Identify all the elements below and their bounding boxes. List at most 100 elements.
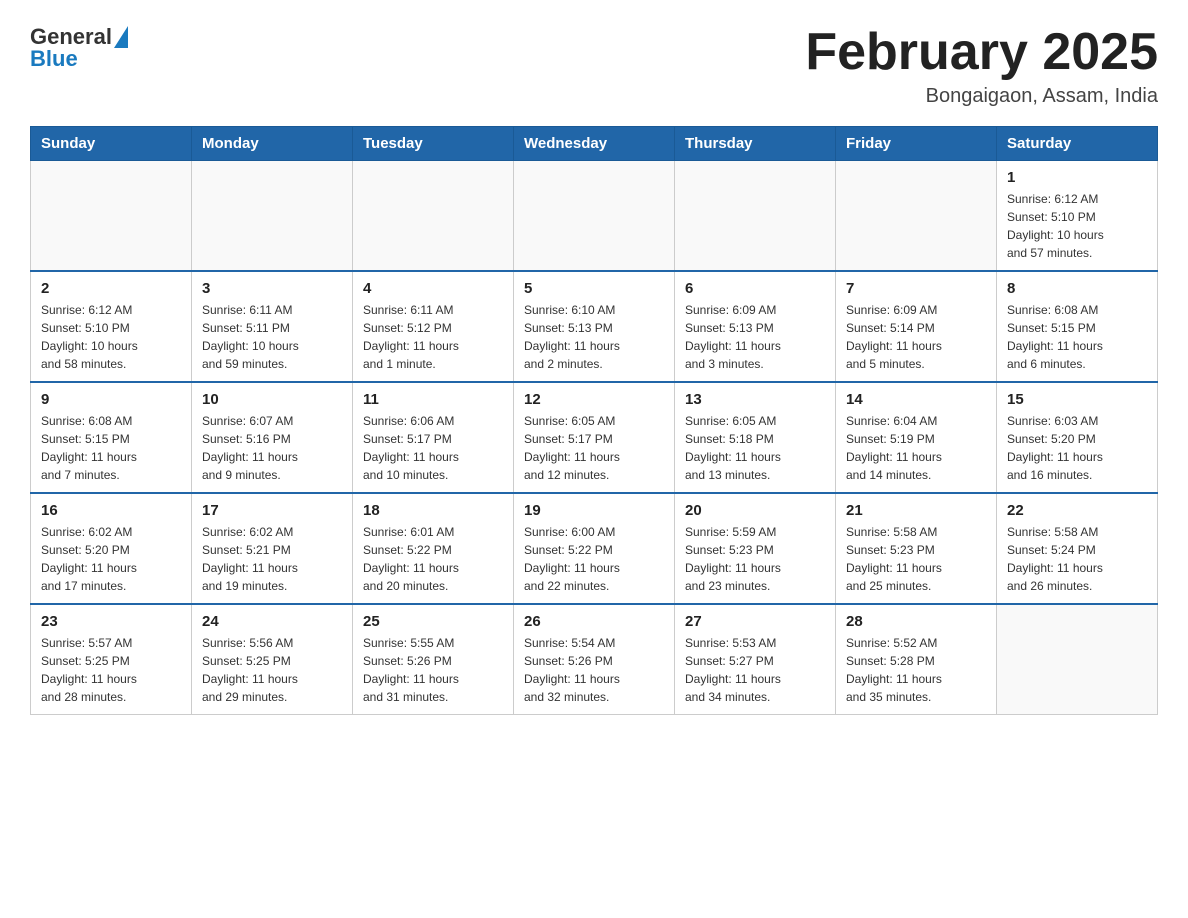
day-info: Sunrise: 6:02 AM Sunset: 5:21 PM Dayligh… (202, 523, 342, 595)
day-cell: 15 Sunrise: 6:03 AM Sunset: 5:20 PM Dayli… (997, 382, 1158, 493)
day-info: Sunrise: 6:08 AM Sunset: 5:15 PM Dayligh… (41, 412, 181, 484)
day-number: 4 (363, 280, 503, 297)
day-cell: 10Sunrise: 6:07 AM Sunset: 5:16 PM Dayli… (192, 382, 353, 493)
week-row-5: 23 Sunrise: 5:57 AM Sunset: 5:25 PM Dayli… (31, 604, 1158, 715)
weekday-header-friday: Friday (836, 127, 997, 161)
day-info: Sunrise: 6:06 AM Sunset: 5:17 PM Dayligh… (363, 412, 503, 484)
day-number: 2 (41, 280, 181, 297)
day-cell: 26Sunrise: 5:54 AM Sunset: 5:26 PM Dayli… (514, 604, 675, 715)
day-info: Sunrise: 5:58 AM Sunset: 5:24 PM Dayligh… (1007, 523, 1147, 595)
day-number: 13 (685, 391, 825, 408)
day-cell (997, 604, 1158, 715)
day-cell: 9 Sunrise: 6:08 AM Sunset: 5:15 PM Daylig… (31, 382, 192, 493)
day-number: 18 (363, 502, 503, 519)
day-cell: 18 Sunrise: 6:01 AM Sunset: 5:22 PM Dayli… (353, 493, 514, 604)
day-number: 1 (1007, 169, 1147, 186)
day-cell: 14 Sunrise: 6:04 AM Sunset: 5:19 PM Dayli… (836, 382, 997, 493)
day-info: Sunrise: 6:09 AM Sunset: 5:13 PM Dayligh… (685, 301, 825, 373)
day-cell: 8Sunrise: 6:08 AM Sunset: 5:15 PM Daylig… (997, 271, 1158, 382)
day-cell: 17 Sunrise: 6:02 AM Sunset: 5:21 PM Dayli… (192, 493, 353, 604)
day-cell: 27Sunrise: 5:53 AM Sunset: 5:27 PM Dayli… (675, 604, 836, 715)
weekday-header-sunday: Sunday (31, 127, 192, 161)
day-info: Sunrise: 6:11 AM Sunset: 5:12 PM Dayligh… (363, 301, 503, 373)
day-cell: 4 Sunrise: 6:11 AM Sunset: 5:12 PM Daylig… (353, 271, 514, 382)
day-number: 17 (202, 502, 342, 519)
day-info: Sunrise: 5:52 AM Sunset: 5:28 PM Dayligh… (846, 634, 986, 706)
day-number: 11 (363, 391, 503, 408)
day-info: Sunrise: 6:12 AM Sunset: 5:10 PM Dayligh… (41, 301, 181, 373)
day-number: 20 (685, 502, 825, 519)
day-info: Sunrise: 5:55 AM Sunset: 5:26 PM Dayligh… (363, 634, 503, 706)
day-number: 19 (524, 502, 664, 519)
day-number: 3 (202, 280, 342, 297)
day-info: Sunrise: 6:05 AM Sunset: 5:18 PM Dayligh… (685, 412, 825, 484)
weekday-header-tuesday: Tuesday (353, 127, 514, 161)
day-cell (675, 161, 836, 272)
day-cell (836, 161, 997, 272)
week-row-1: 1 Sunrise: 6:12 AM Sunset: 5:10 PM Daylig… (31, 161, 1158, 272)
day-cell: 13 Sunrise: 6:05 AM Sunset: 5:18 PM Dayli… (675, 382, 836, 493)
day-cell (353, 161, 514, 272)
day-info: Sunrise: 6:01 AM Sunset: 5:22 PM Dayligh… (363, 523, 503, 595)
day-cell: 23 Sunrise: 5:57 AM Sunset: 5:25 PM Dayli… (31, 604, 192, 715)
day-cell: 20 Sunrise: 5:59 AM Sunset: 5:23 PM Dayli… (675, 493, 836, 604)
day-cell: 22 Sunrise: 5:58 AM Sunset: 5:24 PM Dayli… (997, 493, 1158, 604)
day-number: 23 (41, 613, 181, 630)
day-number: 15 (1007, 391, 1147, 408)
day-info: Sunrise: 6:07 AM Sunset: 5:16 PM Dayligh… (202, 412, 342, 484)
weekday-row: SundayMondayTuesdayWednesdayThursdayFrid… (31, 127, 1158, 161)
day-number: 14 (846, 391, 986, 408)
logo: General Blue (30, 24, 128, 72)
calendar-table: SundayMondayTuesdayWednesdayThursdayFrid… (30, 126, 1158, 715)
day-number: 28 (846, 613, 986, 630)
day-info: Sunrise: 5:57 AM Sunset: 5:25 PM Dayligh… (41, 634, 181, 706)
day-info: Sunrise: 5:58 AM Sunset: 5:23 PM Dayligh… (846, 523, 986, 595)
day-number: 25 (363, 613, 503, 630)
day-info: Sunrise: 6:03 AM Sunset: 5:20 PM Dayligh… (1007, 412, 1147, 484)
weekday-header-wednesday: Wednesday (514, 127, 675, 161)
day-info: Sunrise: 6:04 AM Sunset: 5:19 PM Dayligh… (846, 412, 986, 484)
day-info: Sunrise: 6:05 AM Sunset: 5:17 PM Dayligh… (524, 412, 664, 484)
day-cell: 6 Sunrise: 6:09 AM Sunset: 5:13 PM Daylig… (675, 271, 836, 382)
day-cell: 28 Sunrise: 5:52 AM Sunset: 5:28 PM Dayli… (836, 604, 997, 715)
day-number: 22 (1007, 502, 1147, 519)
day-number: 16 (41, 502, 181, 519)
day-info: Sunrise: 5:54 AM Sunset: 5:26 PM Dayligh… (524, 634, 664, 706)
day-number: 12 (524, 391, 664, 408)
day-info: Sunrise: 6:09 AM Sunset: 5:14 PM Dayligh… (846, 301, 986, 373)
day-info: Sunrise: 6:08 AM Sunset: 5:15 PM Dayligh… (1007, 301, 1147, 373)
day-number: 24 (202, 613, 342, 630)
day-info: Sunrise: 6:12 AM Sunset: 5:10 PM Dayligh… (1007, 190, 1147, 262)
weekday-header-saturday: Saturday (997, 127, 1158, 161)
weekday-header-monday: Monday (192, 127, 353, 161)
day-info: Sunrise: 6:10 AM Sunset: 5:13 PM Dayligh… (524, 301, 664, 373)
day-info: Sunrise: 6:11 AM Sunset: 5:11 PM Dayligh… (202, 301, 342, 373)
day-cell: 1 Sunrise: 6:12 AM Sunset: 5:10 PM Daylig… (997, 161, 1158, 272)
page-header: General Blue February 2025 Bongaigaon, A… (30, 24, 1158, 108)
day-cell: 12 Sunrise: 6:05 AM Sunset: 5:17 PM Dayli… (514, 382, 675, 493)
day-cell: 24 Sunrise: 5:56 AM Sunset: 5:25 PM Dayli… (192, 604, 353, 715)
day-cell: 5Sunrise: 6:10 AM Sunset: 5:13 PM Daylig… (514, 271, 675, 382)
day-info: Sunrise: 5:53 AM Sunset: 5:27 PM Dayligh… (685, 634, 825, 706)
title-block: February 2025 Bongaigaon, Assam, India (805, 24, 1158, 108)
week-row-3: 9 Sunrise: 6:08 AM Sunset: 5:15 PM Daylig… (31, 382, 1158, 493)
day-cell (31, 161, 192, 272)
day-number: 21 (846, 502, 986, 519)
day-cell: 11 Sunrise: 6:06 AM Sunset: 5:17 PM Dayli… (353, 382, 514, 493)
day-cell: 25 Sunrise: 5:55 AM Sunset: 5:26 PM Dayli… (353, 604, 514, 715)
day-info: Sunrise: 5:56 AM Sunset: 5:25 PM Dayligh… (202, 634, 342, 706)
week-row-2: 2 Sunrise: 6:12 AM Sunset: 5:10 PM Daylig… (31, 271, 1158, 382)
day-cell: 16 Sunrise: 6:02 AM Sunset: 5:20 PM Dayli… (31, 493, 192, 604)
day-cell (514, 161, 675, 272)
day-cell (192, 161, 353, 272)
day-number: 6 (685, 280, 825, 297)
day-cell: 7Sunrise: 6:09 AM Sunset: 5:14 PM Daylig… (836, 271, 997, 382)
logo-triangle-icon (114, 26, 128, 48)
calendar-body: 1 Sunrise: 6:12 AM Sunset: 5:10 PM Daylig… (31, 161, 1158, 715)
week-row-4: 16 Sunrise: 6:02 AM Sunset: 5:20 PM Dayli… (31, 493, 1158, 604)
weekday-header-thursday: Thursday (675, 127, 836, 161)
day-cell: 2 Sunrise: 6:12 AM Sunset: 5:10 PM Daylig… (31, 271, 192, 382)
day-number: 9 (41, 391, 181, 408)
day-info: Sunrise: 5:59 AM Sunset: 5:23 PM Dayligh… (685, 523, 825, 595)
day-info: Sunrise: 6:02 AM Sunset: 5:20 PM Dayligh… (41, 523, 181, 595)
